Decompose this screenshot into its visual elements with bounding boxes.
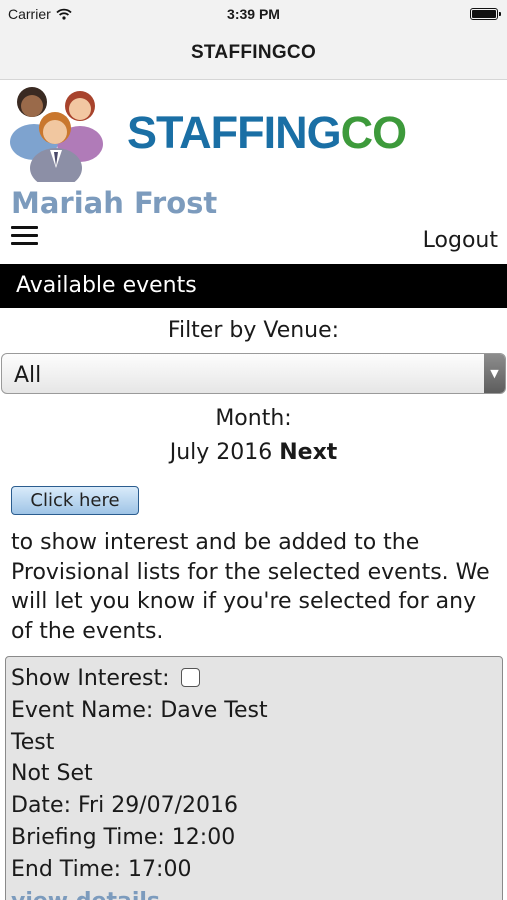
interest-description: to show interest and be added to the Pro… — [11, 530, 490, 644]
show-interest-checkbox[interactable] — [180, 668, 200, 687]
event-card: Show Interest: Event Name: Dave Test Tes… — [5, 656, 503, 900]
section-title: Available events — [0, 264, 507, 308]
logo-wordmark: STAFFINGCO — [127, 107, 407, 158]
logo-word-staffing: STAFFING — [127, 107, 342, 158]
chevron-down-icon[interactable]: ▼ — [484, 354, 505, 393]
venue-select-value: All — [14, 363, 42, 388]
next-month-link[interactable]: Next — [279, 440, 337, 465]
show-interest-button[interactable]: Click here — [11, 486, 139, 515]
event-end-time: End Time: 17:00 — [11, 856, 192, 882]
status-bar: Carrier 3:39 PM — [0, 0, 507, 30]
people-icon — [10, 87, 103, 182]
event-line-2: Test — [11, 729, 55, 755]
event-line-3: Not Set — [11, 761, 93, 787]
nav-title: STAFFINGCO — [0, 30, 507, 80]
battery-icon — [470, 8, 501, 20]
show-interest-row: Show Interest: — [11, 663, 502, 695]
logout-link[interactable]: Logout — [423, 228, 498, 253]
app-logo: STAFFINGCO — [4, 82, 407, 182]
event-date: Date: Fri 29/07/2016 — [11, 793, 238, 819]
hamburger-menu-icon[interactable] — [11, 226, 38, 246]
current-month: July 2016 — [169, 440, 273, 465]
filter-label: Filter by Venue: — [167, 318, 340, 343]
logo-word-co: CO — [340, 107, 407, 158]
event-briefing-time: Briefing Time: 12:00 — [11, 824, 236, 850]
venue-select[interactable]: All ▼ — [1, 353, 506, 394]
view-details-link[interactable]: view details — [11, 886, 502, 900]
user-name: Mariah Frost — [11, 186, 218, 220]
show-interest-label: Show Interest: — [11, 666, 170, 691]
month-label: Month: — [215, 406, 292, 431]
month-row: July 2016 Next — [0, 440, 507, 465]
event-name: Event Name: Dave Test — [11, 697, 268, 723]
status-time: 3:39 PM — [227, 6, 280, 22]
